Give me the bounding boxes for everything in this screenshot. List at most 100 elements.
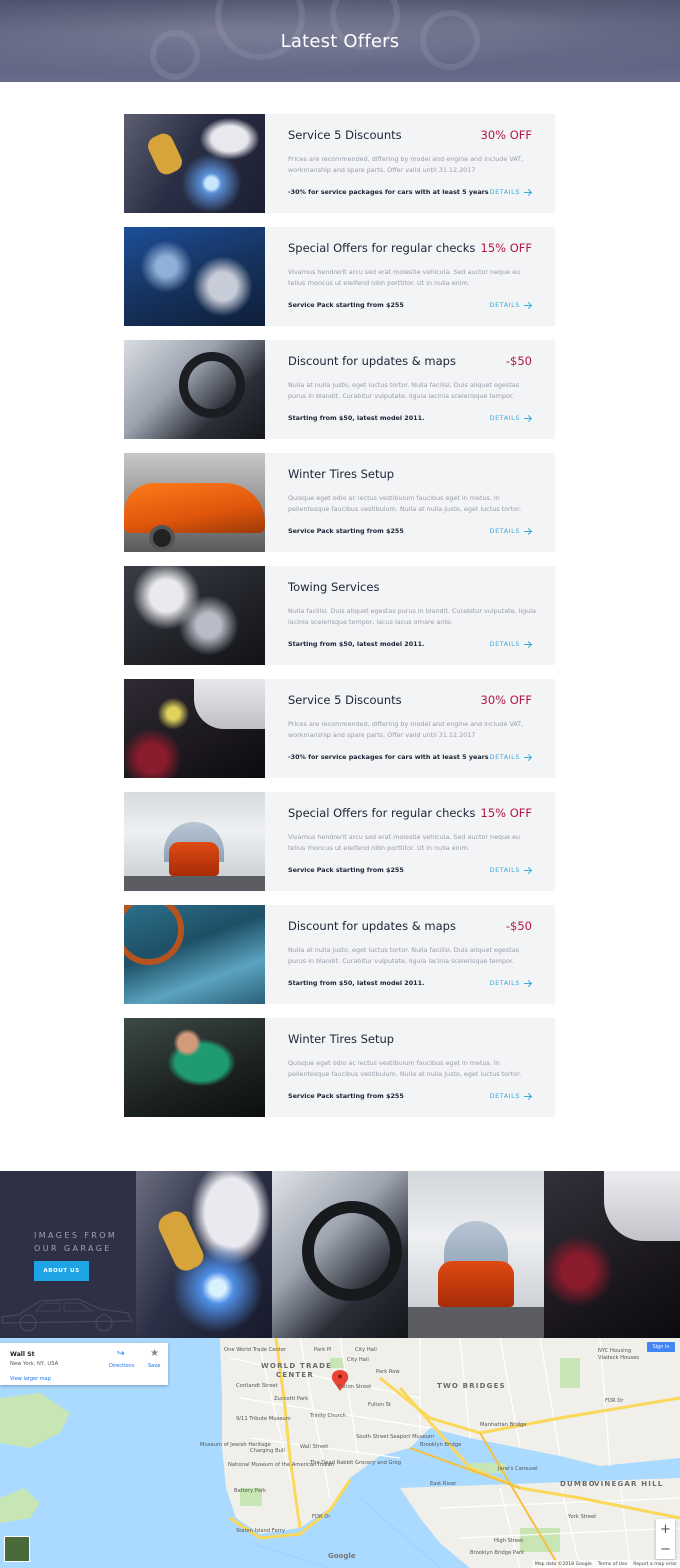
place-address: New York, NY, USA bbox=[10, 1361, 59, 1367]
offer-note: -30% for service packages for cars with … bbox=[288, 188, 489, 196]
details-link[interactable]: DETAILS bbox=[490, 753, 532, 761]
map-label: DUMBO bbox=[560, 1480, 596, 1488]
garage-intro: IMAGES FROM OUR GARAGE ABOUT US bbox=[0, 1171, 136, 1338]
hero-banner: Latest Offers bbox=[0, 0, 680, 82]
star-icon[interactable]: ★ bbox=[150, 1349, 159, 1359]
arrow-right-icon bbox=[524, 528, 532, 534]
arrow-right-icon bbox=[524, 641, 532, 647]
place-name: Wall St bbox=[10, 1351, 35, 1358]
offer-card: Winter Tires Setup Quisque eget odio ac … bbox=[124, 453, 555, 552]
details-link[interactable]: DETAILS bbox=[490, 527, 532, 535]
terms-link[interactable]: Terms of Use bbox=[598, 1562, 627, 1567]
car-outline-icon bbox=[1, 1298, 133, 1332]
offer-image-paint-booth bbox=[124, 792, 265, 891]
offer-description: Nulla facilisi. Duis aliquet egestas pur… bbox=[288, 607, 536, 626]
map-label: Trinity Church bbox=[310, 1413, 346, 1419]
gallery-image-paint-booth[interactable] bbox=[408, 1171, 544, 1338]
details-link[interactable]: DETAILS bbox=[490, 866, 532, 874]
offer-description: Quisque eget odio ac lectus vestibulum f… bbox=[288, 1059, 522, 1078]
offer-price: 15% OFF bbox=[480, 241, 533, 255]
offer-note: Service Pack starting from $255 bbox=[288, 1092, 404, 1100]
map-label: VINEGAR HILL bbox=[594, 1480, 664, 1488]
offer-image-blue-interior bbox=[124, 905, 265, 1004]
offer-description: Prices are recommended, differing by mod… bbox=[288, 155, 524, 174]
map-label: Fulton Street bbox=[338, 1384, 372, 1390]
view-larger-map-link[interactable]: View larger map bbox=[10, 1376, 51, 1382]
arrow-right-icon bbox=[524, 867, 532, 873]
offer-image-steering-wheel bbox=[124, 340, 265, 439]
map-label: Brooklyn Bridge Park bbox=[470, 1550, 525, 1556]
offer-image-engine-blue bbox=[124, 227, 265, 326]
offer-note: Service Pack starting from $255 bbox=[288, 866, 404, 874]
zoom-out-button[interactable]: − bbox=[656, 1539, 675, 1559]
map-label: CENTER bbox=[276, 1371, 314, 1379]
map-label: York Street bbox=[568, 1514, 597, 1520]
offer-note: Starting from $50, latest model 2011. bbox=[288, 979, 425, 987]
details-link[interactable]: DETAILS bbox=[490, 640, 532, 648]
map-label: Wall Street bbox=[300, 1444, 329, 1450]
offer-description: Nulla at nulla justo, eget luctus tortor… bbox=[288, 381, 519, 400]
offer-title: Towing Services bbox=[288, 580, 380, 594]
offer-description: Quisque eget odio ac lectus vestibulum f… bbox=[288, 494, 522, 513]
offer-title: Service 5 Discounts bbox=[288, 693, 402, 707]
map-label: Charging Bull bbox=[250, 1448, 285, 1454]
offer-title: Discount for updates & maps bbox=[288, 919, 456, 933]
offer-description: Nulla at nulla justo, eget luctus tortor… bbox=[288, 946, 519, 965]
map-label: Jane's Carousel bbox=[498, 1466, 538, 1472]
offer-image-mechanic-green bbox=[124, 1018, 265, 1117]
details-link[interactable]: DETAILS bbox=[490, 301, 532, 309]
garage-gallery: IMAGES FROM OUR GARAGE ABOUT US bbox=[0, 1171, 680, 1338]
map-data-text: Map data ©2018 Google bbox=[534, 1561, 592, 1567]
about-us-button[interactable]: ABOUT US bbox=[34, 1261, 89, 1281]
directions-button[interactable]: Directions bbox=[109, 1363, 134, 1369]
offer-price: 30% OFF bbox=[480, 128, 533, 142]
map-label: Park Row bbox=[376, 1369, 400, 1375]
sign-in-button[interactable]: Sign in bbox=[647, 1342, 675, 1352]
save-button[interactable]: Save bbox=[148, 1363, 160, 1369]
offer-price: 30% OFF bbox=[480, 693, 533, 707]
offer-card: Special Offers for regular checks 15% OF… bbox=[124, 227, 555, 326]
gallery-image-oil-check[interactable] bbox=[544, 1171, 680, 1338]
map-label: City Hall bbox=[347, 1357, 369, 1363]
gallery-image-steering-wheel[interactable] bbox=[272, 1171, 408, 1338]
offer-card: Winter Tires Setup Quisque eget odio ac … bbox=[124, 1018, 555, 1117]
map-label: FDR Dr bbox=[312, 1514, 331, 1520]
map-label: South Street Seaport Museum bbox=[356, 1434, 435, 1440]
offer-title: Special Offers for regular checks bbox=[288, 241, 476, 255]
offer-price: -$50 bbox=[505, 354, 532, 368]
details-link[interactable]: DETAILS bbox=[490, 414, 532, 422]
offer-card: Discount for updates & maps -$50 Nulla a… bbox=[124, 340, 555, 439]
page-title: Latest Offers bbox=[280, 30, 400, 52]
directions-icon[interactable]: ↪ bbox=[117, 1350, 126, 1359]
details-link[interactable]: DETAILS bbox=[490, 188, 532, 196]
map-label: East River bbox=[430, 1481, 457, 1487]
report-error-link[interactable]: Report a map error bbox=[633, 1562, 677, 1567]
location-map[interactable]: WORLD TRADE CENTER TWO BRIDGES DUMBO VIN… bbox=[0, 1338, 680, 1568]
offer-title: Winter Tires Setup bbox=[288, 1032, 395, 1046]
zoom-in-button[interactable]: + bbox=[656, 1519, 675, 1539]
satellite-toggle[interactable] bbox=[4, 1536, 30, 1562]
offer-image-engine-hands bbox=[124, 566, 265, 665]
offer-title: Special Offers for regular checks bbox=[288, 806, 476, 820]
offer-title: Discount for updates & maps bbox=[288, 354, 456, 368]
offer-description: Vivamus hendrerit arcu sed erat molestie… bbox=[288, 268, 521, 287]
map-label: WORLD TRADE bbox=[261, 1362, 333, 1370]
details-link[interactable]: DETAILS bbox=[490, 979, 532, 987]
map-label: The Dead Rabbit Grocery and Grog bbox=[310, 1460, 402, 1466]
map-label: Vladeck Houses bbox=[598, 1355, 640, 1361]
arrow-right-icon bbox=[524, 980, 532, 986]
offer-card: Service 5 Discounts 30% OFF Prices are r… bbox=[124, 114, 555, 213]
offer-note: Service Pack starting from $255 bbox=[288, 527, 404, 535]
offer-title: Winter Tires Setup bbox=[288, 467, 395, 481]
google-logo: Google bbox=[328, 1552, 356, 1560]
offer-title: Service 5 Discounts bbox=[288, 128, 402, 142]
map-label: Staten Island Ferry bbox=[236, 1528, 285, 1534]
zoom-control: + − bbox=[656, 1519, 675, 1559]
offer-card: Discount for updates & maps -$50 Nulla a… bbox=[124, 905, 555, 1004]
offer-image-welding bbox=[124, 114, 265, 213]
map-label: One World Trade Center bbox=[224, 1347, 287, 1353]
gallery-image-welding[interactable] bbox=[136, 1171, 272, 1338]
details-link[interactable]: DETAILS bbox=[490, 1092, 532, 1100]
offer-note: Starting from $50, latest model 2011. bbox=[288, 414, 425, 422]
arrow-right-icon bbox=[524, 189, 532, 195]
